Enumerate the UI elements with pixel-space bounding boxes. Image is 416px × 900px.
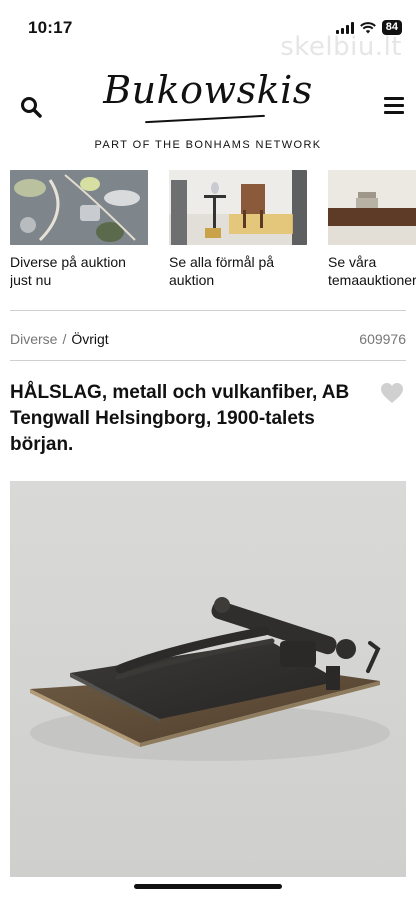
carousel-thumbnail xyxy=(10,170,148,245)
lot-number: 609976 xyxy=(359,331,406,347)
carousel-card-label: Se våra temaauktioner xyxy=(328,254,416,288)
breadcrumb: Diverse / Övrigt xyxy=(10,331,109,347)
divider xyxy=(10,360,406,361)
item-image[interactable] xyxy=(10,481,406,877)
breadcrumb-separator: / xyxy=(62,331,67,347)
menu-icon[interactable] xyxy=(384,97,404,114)
site-header: Bukowskis PART OF THE BONHAMS NETWORK xyxy=(0,56,416,160)
logo-underline xyxy=(145,114,265,124)
carousel-card-themes[interactable]: Se våra temaauktioner xyxy=(328,170,416,289)
breadcrumb-link-diverse[interactable]: Diverse xyxy=(10,331,57,347)
category-carousel[interactable]: Diverse på auktion just nu Se alla förmå… xyxy=(10,170,416,290)
divider xyxy=(10,310,406,311)
carousel-card-label: Diverse på auktion just nu xyxy=(10,254,126,288)
carousel-card-label: Se alla förmål på auktion xyxy=(169,254,275,288)
status-time: 10:17 xyxy=(28,18,73,37)
carousel-card-diverse[interactable]: Diverse på auktion just nu xyxy=(10,170,150,289)
carousel-card-auction[interactable]: Se alla förmål på auktion xyxy=(169,170,309,289)
heart-icon xyxy=(381,383,403,403)
home-indicator[interactable] xyxy=(134,884,282,889)
tagline: PART OF THE BONHAMS NETWORK xyxy=(94,139,322,151)
breadcrumb-current[interactable]: Övrigt xyxy=(71,331,108,347)
carousel-thumbnail xyxy=(169,170,307,245)
carousel-thumbnail xyxy=(328,170,416,245)
favorite-button[interactable] xyxy=(380,382,404,409)
logo[interactable]: Bukowskis xyxy=(0,68,416,112)
item-title: HÅLSLAG, metall och vulkanfiber, AB Teng… xyxy=(10,382,350,455)
